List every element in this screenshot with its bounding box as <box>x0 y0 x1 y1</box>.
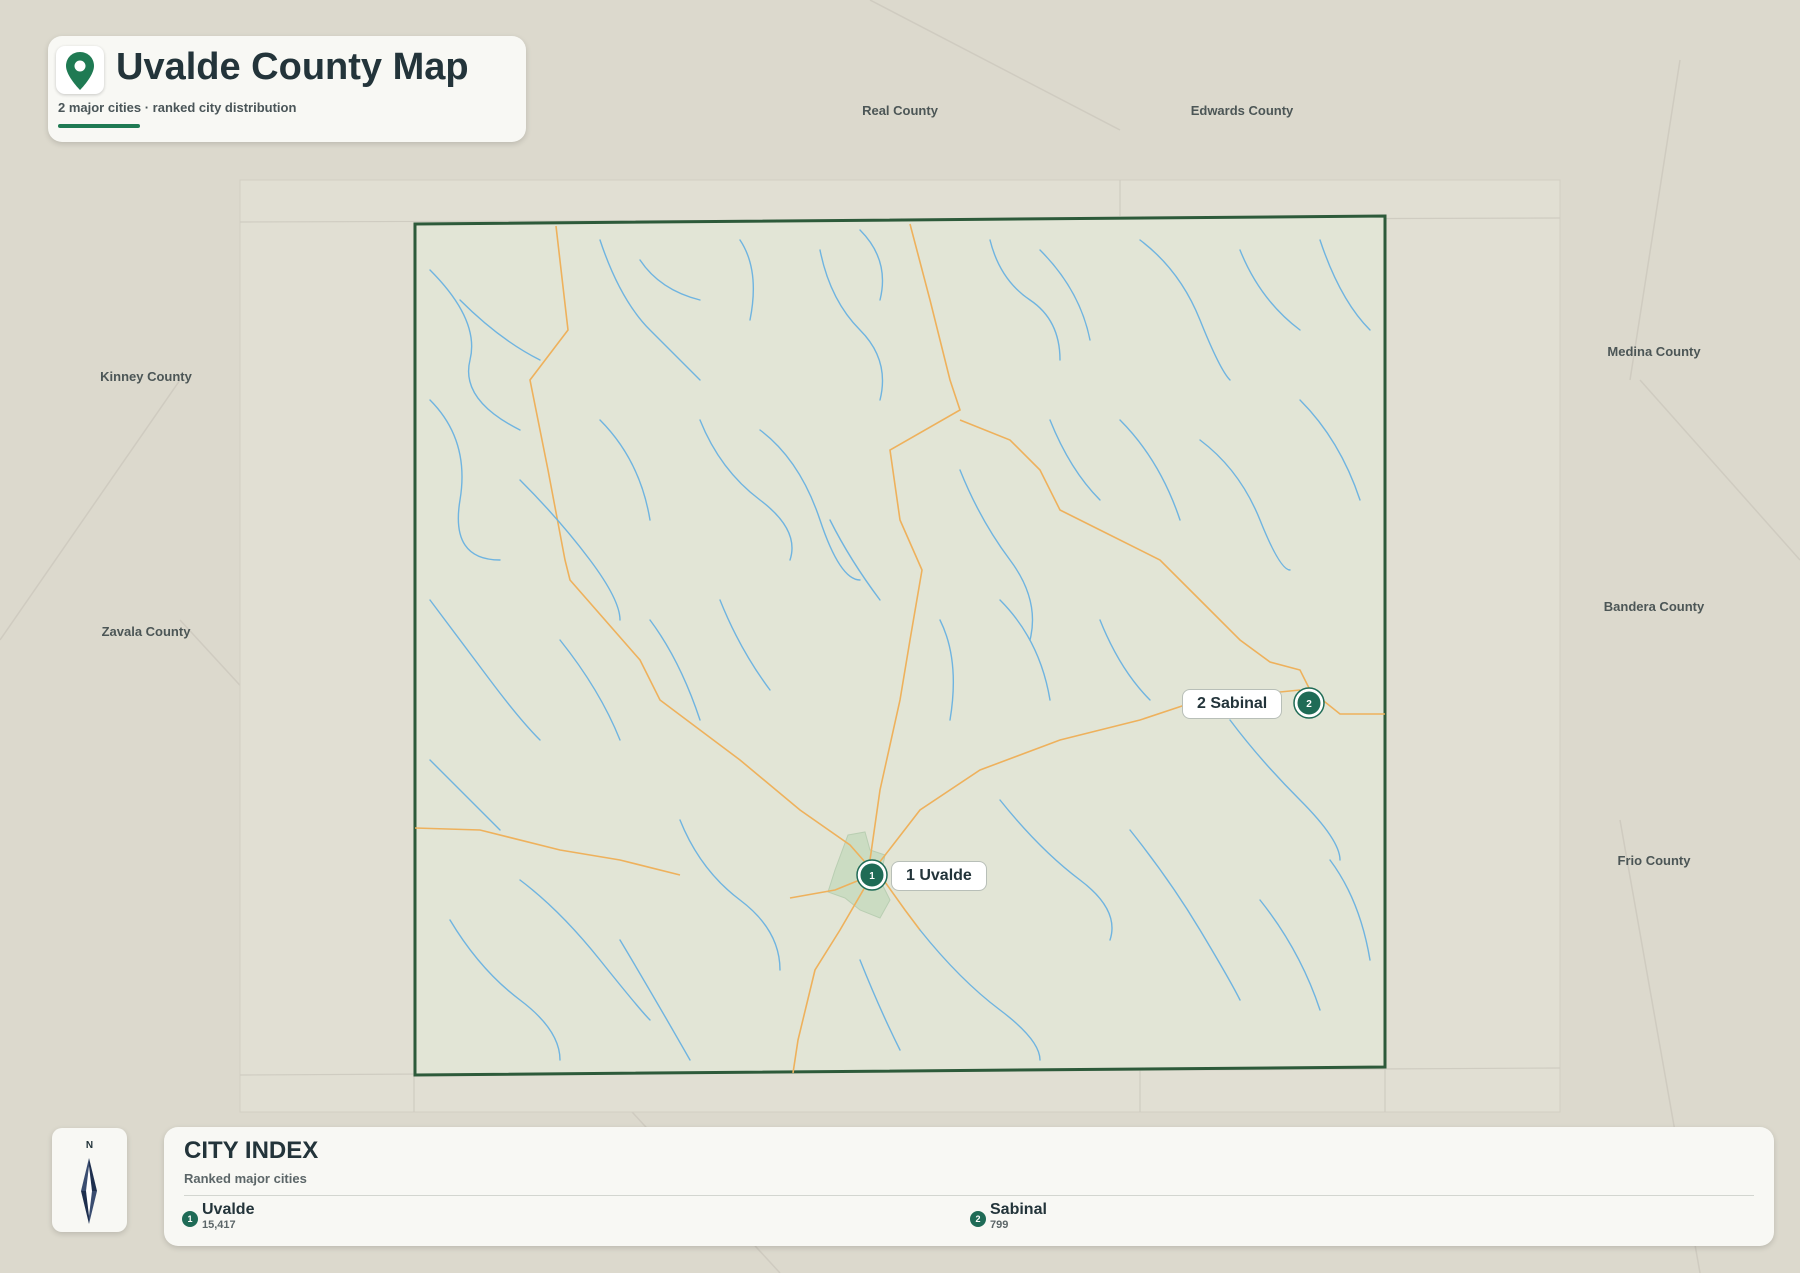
divider <box>184 1195 1754 1196</box>
city-index-subtitle: Ranked major cities <box>184 1171 307 1186</box>
county-label-medina: Medina County <box>1607 344 1701 359</box>
city-marker-uvalde[interactable]: 1 <box>856 859 888 891</box>
city-name: Sabinal <box>990 1201 1047 1218</box>
title-accent-bar <box>58 124 140 128</box>
svg-text:1: 1 <box>869 871 875 882</box>
city-population: 15,417 <box>202 1219 236 1231</box>
city-name: Uvalde <box>202 1201 255 1218</box>
city-label-sabinal[interactable]: 2 Sabinal <box>1182 689 1283 719</box>
rank-badge: 1 <box>182 1211 198 1227</box>
page-subtitle: 2 major cities · ranked city distributio… <box>58 100 297 115</box>
rank-badge: 2 <box>970 1211 986 1227</box>
compass: N <box>52 1128 127 1232</box>
city-population: 799 <box>990 1219 1009 1231</box>
svg-text:2: 2 <box>1306 699 1312 710</box>
city-label-uvalde[interactable]: 1 Uvalde <box>891 861 987 891</box>
county-label-zavala: Zavala County <box>101 624 191 639</box>
county-label-bandera: Bandera County <box>1603 599 1705 614</box>
county-label-kinney: Kinney County <box>100 369 192 384</box>
title-card: Uvalde County Map 2 major cities · ranke… <box>48 36 526 142</box>
county-boundary <box>413 214 1387 1077</box>
compass-needle-icon <box>81 1158 97 1224</box>
city-marker-sabinal[interactable]: 2 <box>1293 687 1325 719</box>
county-label-edwards: Edwards County <box>1190 103 1294 118</box>
map-canvas[interactable]: 1 2 <box>0 0 1800 1273</box>
page-title: Uvalde County Map <box>116 46 469 88</box>
city-index-title: CITY INDEX <box>184 1137 319 1164</box>
county-label-real: Real County <box>862 103 938 118</box>
map-pin-icon <box>56 46 104 94</box>
county-label-frio: Frio County <box>1617 853 1691 868</box>
compass-north-label: N <box>85 1140 94 1151</box>
city-index-panel: CITY INDEX Ranked major cities 1 Uvalde … <box>164 1127 1774 1246</box>
